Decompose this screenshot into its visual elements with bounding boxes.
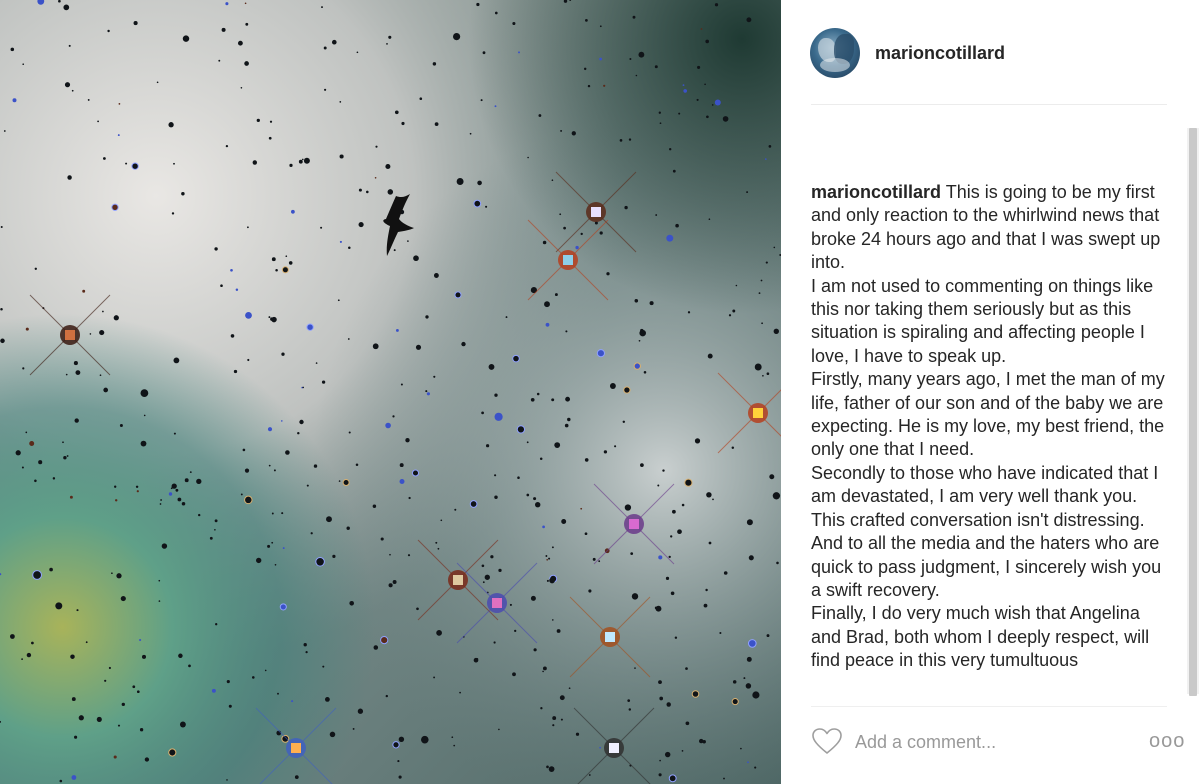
scrollbar-thumb[interactable]	[1189, 128, 1197, 696]
caption-scrollbar[interactable]	[1187, 128, 1199, 696]
post-photo[interactable]	[0, 0, 781, 784]
caption-username[interactable]: marioncotillard	[811, 182, 941, 202]
comment-input[interactable]	[855, 729, 1145, 755]
header-username[interactable]: marioncotillard	[875, 43, 1005, 64]
post-sidebar: marioncotillard marioncotillard This is …	[781, 0, 1200, 784]
avatar[interactable]	[810, 28, 860, 78]
footer-divider	[811, 706, 1167, 707]
caption-paragraph: I am not used to commenting on things li…	[811, 275, 1154, 366]
header-divider	[811, 104, 1167, 105]
starfield-photo	[0, 0, 781, 784]
caption-paragraph: Firstly, many years ago, I met the man o…	[811, 369, 1165, 460]
caption-first-line: marioncotillard This is going to be my f…	[811, 181, 1171, 275]
post-header: marioncotillard	[781, 0, 1200, 106]
heart-icon[interactable]	[811, 727, 843, 755]
instagram-post: marioncotillard marioncotillard This is …	[0, 0, 1200, 784]
caption-paragraph: Finally, I do very much wish that Angeli…	[811, 603, 1150, 671]
caption-paragraph: And to all the media and the haters who …	[811, 533, 1162, 600]
caption: marioncotillard This is going to be my f…	[811, 181, 1171, 696]
caption-paragraph: Secondly to those who have indicated tha…	[811, 462, 1159, 530]
more-options-icon[interactable]: ooo	[1149, 731, 1185, 751]
